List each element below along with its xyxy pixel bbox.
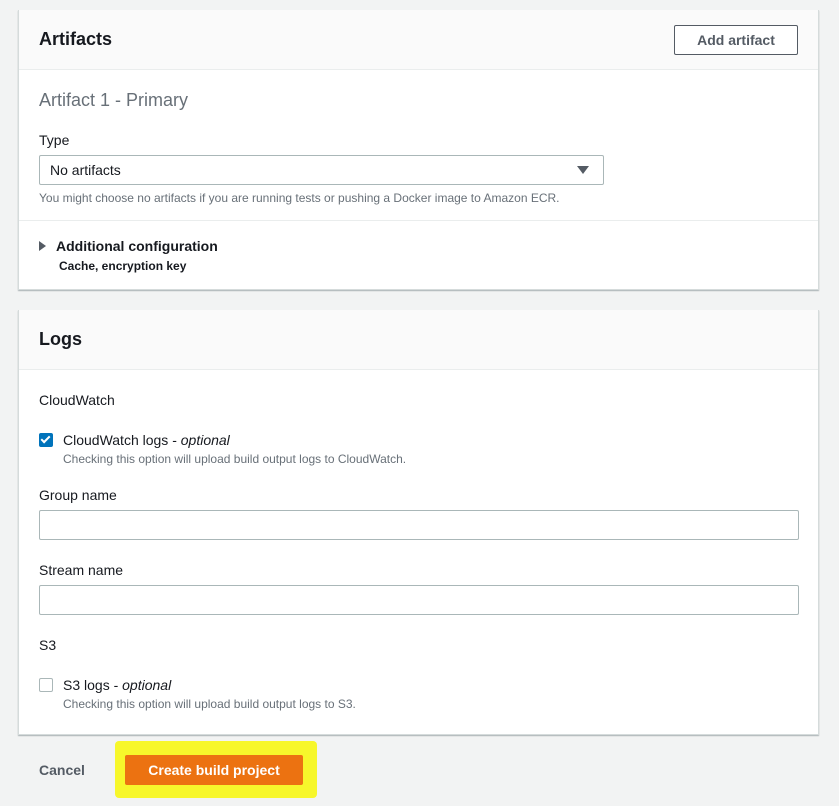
cloudwatch-logs-checkbox[interactable] (39, 433, 53, 447)
type-label: Type (39, 132, 70, 148)
s3-logs-label: S3 logs - optional (63, 677, 171, 693)
stream-name-input[interactable] (39, 585, 799, 615)
s3-logs-optional: optional (122, 677, 172, 693)
artifact-heading: Artifact 1 - Primary (39, 90, 189, 110)
caret-right-icon (39, 240, 46, 251)
additional-configuration-toggle[interactable]: Additional configuration (39, 237, 218, 255)
cloudwatch-section-label: CloudWatch (39, 392, 115, 408)
type-select[interactable]: No artifacts (39, 155, 604, 185)
type-hint: You might choose no artifacts if you are… (39, 191, 560, 205)
logs-panel-header: Logs (19, 310, 818, 370)
create-build-project-button[interactable]: Create build project (125, 755, 303, 785)
artifacts-title: Artifacts (39, 29, 113, 49)
stream-name-label: Stream name (39, 562, 124, 578)
s3-logs-checkbox[interactable] (39, 678, 53, 692)
additional-configuration-description: Cache, encryption key (59, 259, 187, 273)
s3-section-label: S3 (39, 637, 57, 653)
cancel-button[interactable]: Cancel (39, 762, 85, 778)
caret-down-icon (577, 166, 589, 174)
logs-panel: Logs CloudWatch CloudWatch logs - option… (18, 310, 819, 735)
additional-configuration-label: Additional configuration (56, 237, 218, 254)
group-name-input[interactable] (39, 510, 799, 540)
type-select-value: No artifacts (50, 162, 121, 178)
artifacts-panel: Artifacts Add artifact Artifact 1 - Prim… (18, 10, 819, 290)
logs-title: Logs (39, 329, 82, 349)
divider (19, 220, 818, 221)
s3-logs-description: Checking this option will upload build o… (63, 697, 356, 711)
cloudwatch-logs-description: Checking this option will upload build o… (63, 452, 407, 466)
cloudwatch-logs-label: CloudWatch logs - optional (63, 432, 230, 448)
artifacts-panel-header: Artifacts Add artifact (19, 10, 818, 70)
cloudwatch-logs-optional: optional (180, 432, 230, 448)
cloudwatch-logs-label-text: CloudWatch logs - (63, 432, 181, 448)
add-artifact-button[interactable]: Add artifact (674, 25, 798, 55)
s3-logs-label-text: S3 logs - (63, 677, 123, 693)
checkmark-icon (40, 433, 51, 444)
group-name-label: Group name (39, 487, 117, 503)
